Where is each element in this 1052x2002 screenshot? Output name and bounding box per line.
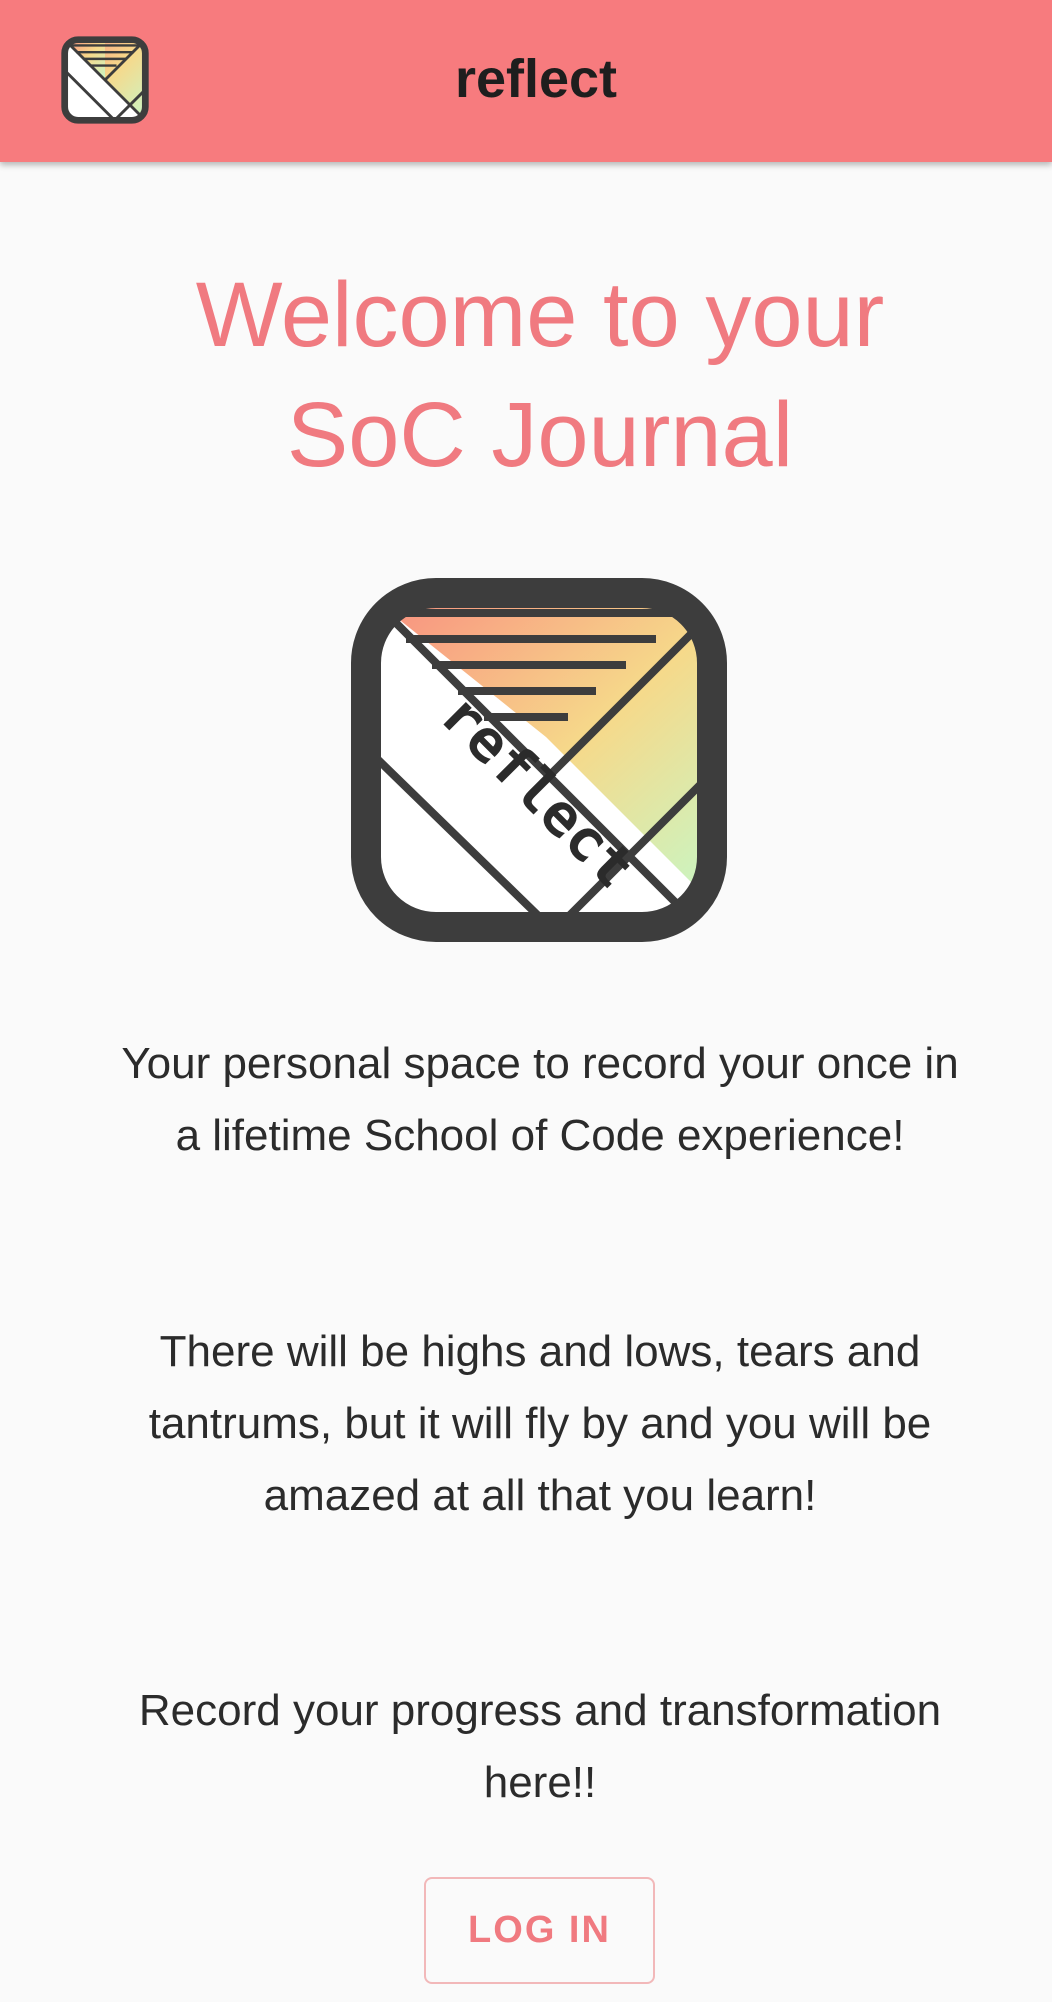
welcome-heading-line-1: Welcome to your [195,264,885,366]
intro-paragraph: Your personal space to record your once … [121,1039,959,1160]
welcome-heading-line-2: SoC Journal [286,384,794,486]
reflect-logo-image: reflect [351,578,727,942]
welcome-heading: Welcome to your SoC Journal [60,255,1020,495]
call-to-action-paragraph: Record your progress and transformation … [138,1686,942,1807]
app-root: reflect Welcome to your SoC Journal refl… [0,0,1052,2002]
app-title: reflect [454,49,618,109]
app-bar: reflect [0,0,1052,162]
login-button[interactable]: LOG IN [424,1877,655,1984]
expectations-paragraph: There will be highs and lows, tears and … [148,1327,932,1520]
